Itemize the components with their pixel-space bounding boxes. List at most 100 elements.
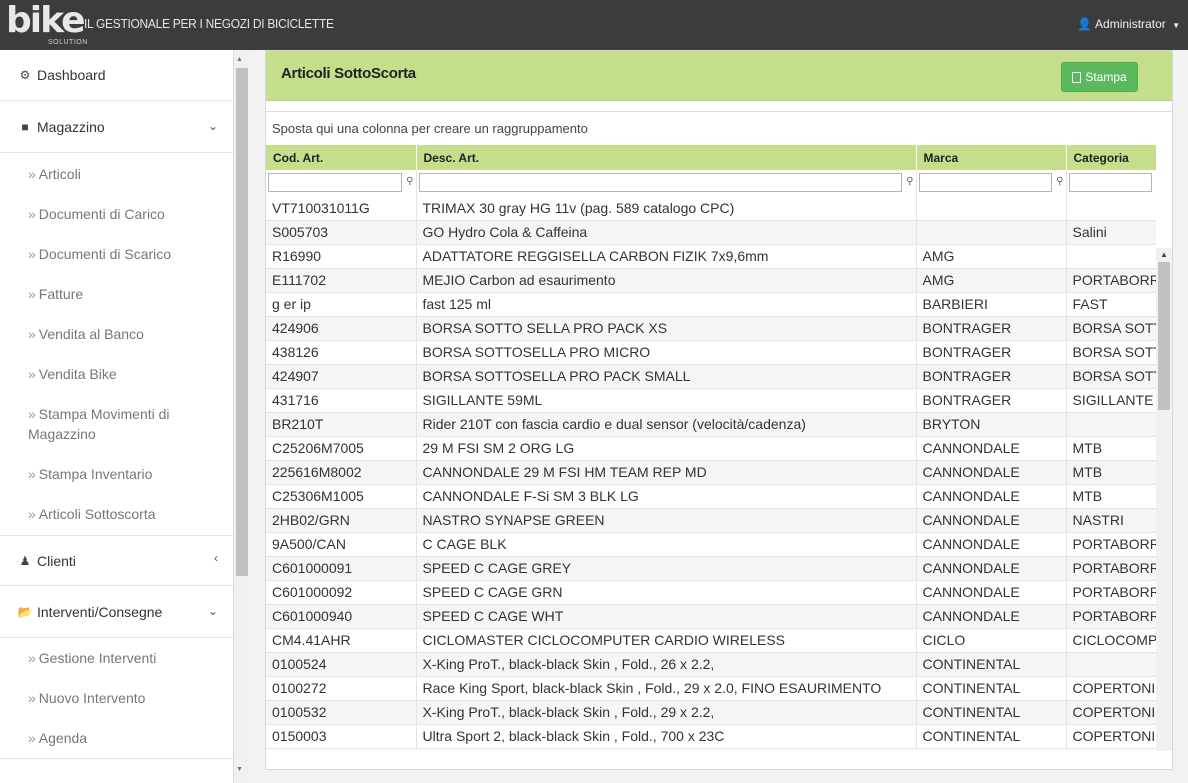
cell-cod-art[interactable]: C25206M7005 [266,436,417,461]
sidebar-subitem-articoli[interactable]: » Articoli [28,164,228,184]
filter-icon[interactable]: ⚲ [906,176,913,187]
table-row[interactable]: C601000940 SPEED C CAGE WHT CANNONDALE PORT… [266,604,1156,629]
user-menu[interactable]: 👤 Administrator ▼ [1077,17,1180,31]
table-row[interactable]: BR210T Rider 210T con fascia cardio e dua… [266,412,1156,437]
cell-cod-art[interactable]: 0100532 [266,700,417,725]
cell-cod-art[interactable]: E111702 [266,268,417,293]
main-content: Articoli SottoScorta Stampa Sposta qui u… [250,50,1188,783]
sidebar-subitem-agenda[interactable]: » Agenda [28,728,228,748]
cell-marca: CICLO [916,628,1067,653]
sidebar-subitem-stampa-movimenti[interactable]: » Stampa Movimenti di Magazzino [28,404,198,444]
grid-vertical-scrollbar-thumb[interactable] [1158,262,1170,410]
table-row[interactable]: 225616M8002 CANNONDALE 29 M FSI HM TEAM R… [266,460,1156,485]
table-row[interactable]: CM4.41AHR CICLOMASTER CICLOCOMPUTER CARDI… [266,628,1156,653]
caret-down-icon: ▼ [1172,21,1180,30]
cell-cod-art[interactable]: 0150003 [266,724,417,749]
cell-cod-art[interactable]: S005703 [266,220,417,245]
cell-categoria: COPERTONI [1066,724,1156,749]
table-row[interactable]: 9A500/CANC CAGE BLKCANNONDALEPORTABORRAC… [266,532,1156,557]
table-row[interactable]: 0100272 Race King Sport, black-black Skin… [266,676,1156,701]
cell-cod-art[interactable]: 0100524 [266,652,417,677]
sidebar: ⚙ Dashboard ■ Magazzino ⌄ » Articoli » Doc… [0,50,234,783]
subitem-label: Vendita Bike [38,366,117,382]
table-row[interactable]: g er ip fast 125 ml BARBIERI FAST [266,292,1156,317]
cell-categoria: CICLOCOMPUTER [1066,628,1156,653]
cell-desc-art: CANNONDALE F-Si SM 3 BLK LG [416,484,917,509]
table-row[interactable]: E111702 MEJIO Carbon ad esaurimento AMG POR… [266,268,1156,293]
sidebar-subitem-documenti-carico[interactable]: » Documenti di Carico [28,204,228,224]
cell-cod-art[interactable]: g er ip [266,292,417,317]
bike-solution-logo[interactable]: bike SOLUTION [6,0,87,48]
sidebar-item-clienti[interactable]: ♟ Clienti ‹ [0,535,233,586]
table-row[interactable]: C25206M7005 29 M FSI SM 2 ORG LG CANNONDAL… [266,436,1156,461]
table-row[interactable]: VT710031011G TRIMAX 30 gray HG 11v (pag. … [266,196,1156,221]
cell-cod-art[interactable]: 424907 [266,364,417,389]
cell-desc-art: Race King Sport, black-black Skin , Fold… [416,676,917,701]
cell-cod-art[interactable]: 424906 [266,316,417,341]
sidebar-scrollbar-thumb[interactable] [236,68,248,576]
table-row[interactable]: C25306M1005 CANNONDALE F-Si SM 3 BLK LG CA… [266,484,1156,509]
grid-vertical-scrollbar[interactable]: ▲ ▼ [1156,248,1172,751]
table-row[interactable]: 431716 SIGILLANTE 59ML BONTRAGER SIGILLANTE [266,388,1156,413]
cell-cod-art[interactable]: 431716 [266,388,417,413]
sidebar-subitem-documenti-scarico[interactable]: » Documenti di Scarico [28,244,228,264]
filter-input-categoria[interactable] [1068,173,1152,192]
scroll-down-arrow-icon[interactable]: ▼ [236,766,243,773]
column-header-desc-art[interactable]: Desc. Art. [416,145,917,170]
filter-input-marca[interactable] [918,173,1052,192]
filter-icon[interactable]: ⚲ [1056,176,1063,187]
cell-cod-art[interactable]: C25306M1005 [266,484,417,509]
cell-desc-art: BORSA SOTTOSELLA PRO MICRO [416,340,917,365]
filter-icon[interactable]: ⚲ [406,176,413,187]
cell-cod-art[interactable]: 2HB02/GRN [266,508,417,533]
cell-cod-art[interactable]: R16990 [266,244,417,269]
cell-cod-art[interactable]: 0100272 [266,676,417,701]
sidebar-subitem-vendita-banco[interactable]: » Vendita al Banco [28,324,228,344]
cell-cod-art[interactable]: C601000940 [266,604,417,629]
folder-open-icon: 📂 [17,605,33,619]
cell-cod-art[interactable]: VT710031011G [266,196,417,221]
cell-cod-art[interactable]: BR210T [266,412,417,437]
cell-cod-art[interactable]: 438126 [266,340,417,365]
sidebar-item-magazzino[interactable]: ■ Magazzino ⌄ [0,102,233,153]
sidebar-item-interventi[interactable]: 📂 Interventi/Consegne ⌄ [0,587,233,638]
sidebar-item-dashboard[interactable]: ⚙ Dashboard [0,50,233,101]
table-row[interactable]: 2HB02/GRN NASTRO SYNAPSE GREEN CANNONDALE N… [266,508,1156,533]
cell-marca: CANNONDALE [916,436,1067,461]
cell-cod-art[interactable]: C601000091 [266,556,417,581]
sidebar-subitem-stampa-inventario[interactable]: » Stampa Inventario [28,464,228,484]
sidebar-subitem-vendita-bike[interactable]: » Vendita Bike [28,364,228,384]
cell-cod-art[interactable]: CM4.41AHR [266,628,417,653]
cell-cod-art[interactable]: 9A500/CAN [266,532,417,557]
filter-input-desc-art[interactable] [418,173,902,192]
sidebar-subitem-nuovo-intervento[interactable]: » Nuovo Intervento [28,688,228,708]
sidebar-subitem-articoli-sottoscorta[interactable]: » Articoli Sottoscorta [28,504,228,524]
table-row[interactable]: 0100532 X-King ProT., black-black Skin , … [266,700,1156,725]
column-header-marca[interactable]: Marca [916,145,1067,170]
scroll-up-arrow-icon[interactable]: ▲ [1160,250,1168,259]
cell-categoria: PORTABORRACCE [1066,556,1156,581]
sidebar-subitem-fatture[interactable]: » Fatture [28,284,228,304]
print-button[interactable]: Stampa [1061,62,1138,92]
sidebar-subitem-gestione-interventi[interactable]: » Gestione Interventi [28,648,228,668]
table-row[interactable]: C601000091 SPEED C CAGE GREY CANNONDALE POR… [266,556,1156,581]
table-row[interactable]: 438126 BORSA SOTTOSELLA PRO MICRO BONTRAGE… [266,340,1156,365]
table-row[interactable]: 424906 BORSA SOTTO SELLA PRO PACK XS BONTR… [266,316,1156,341]
column-header-cod-art[interactable]: Cod. Art. [266,145,417,170]
column-header-categoria[interactable]: Categoria [1066,145,1156,170]
cell-desc-art: SPEED C CAGE WHT [416,604,917,629]
cell-categoria: FAST [1066,292,1156,317]
filter-cell: ⚲ [266,170,417,196]
table-row[interactable]: 0150003 Ultra Sport 2, black-black Skin ,… [266,724,1156,749]
table-row[interactable]: 0100524 X-King ProT., black-black Skin , … [266,652,1156,677]
logo-sub: SOLUTION [48,39,88,46]
table-row[interactable]: R16990 ADATTATORE REGGISELLA CARBON FIZIK… [266,244,1156,269]
cell-cod-art[interactable]: 225616M8002 [266,460,417,485]
filter-input-cod-art[interactable] [268,173,402,192]
table-row[interactable]: S005703 GO Hydro Cola & Caffeina Salini [266,220,1156,245]
scroll-up-arrow-icon[interactable]: ▲ [236,56,243,63]
cell-cod-art[interactable]: C601000092 [266,580,417,605]
table-row[interactable]: 424907 BORSA SOTTOSELLA PRO PACK SMALL BON… [266,364,1156,389]
group-drop-area[interactable]: Sposta qui una colonna per creare un rag… [272,121,588,136]
table-row[interactable]: C601000092 SPEED C CAGE GRN CANNONDALE PORT… [266,580,1156,605]
